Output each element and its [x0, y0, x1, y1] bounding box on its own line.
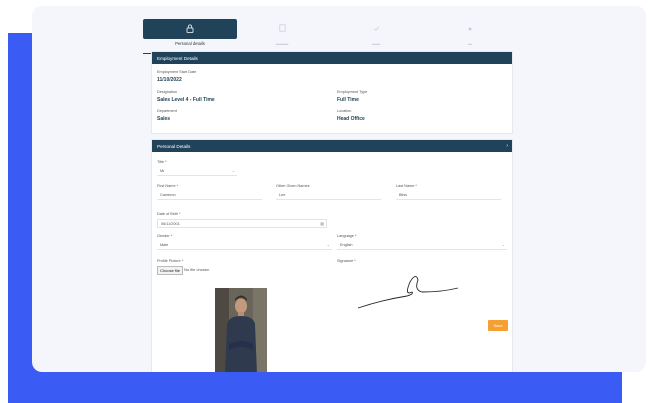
tab-finish-label: ▬ — [467, 41, 473, 46]
chevron-down-icon: ⌄ — [501, 242, 505, 247]
chevron-down-icon: ⌄ — [231, 168, 235, 173]
dob-value: 06/11/2001 — [161, 222, 180, 226]
employment-details-header[interactable]: Employment Details — [152, 52, 512, 64]
designation-value: Sales Level 4 - Full Time — [157, 97, 215, 103]
title-label: Title * — [157, 160, 167, 164]
first-name-label: First Name * — [157, 184, 179, 188]
start-date-value: 11/10/2022 — [157, 77, 182, 83]
check-icon — [373, 25, 380, 34]
department-label: Department — [157, 109, 177, 113]
tab-finish[interactable] — [423, 19, 517, 39]
language-label: Language * — [337, 234, 357, 238]
employment-details-title: Employment Details — [157, 55, 198, 61]
employment-type-value: Full Time — [337, 97, 359, 103]
gender-select[interactable]: Male ⌄ — [157, 241, 332, 250]
signature-drawing[interactable] — [352, 270, 462, 318]
gender-value: Male — [160, 243, 169, 247]
start-date-label: Employment Start Date — [157, 70, 197, 74]
chevron-icon[interactable]: › — [506, 143, 508, 149]
step-tabs: Personal details ▬▬▬ ▬▬ ▬ — [143, 19, 511, 54]
profile-picture-label: Profile Picture * — [157, 259, 184, 263]
tab-documents[interactable] — [235, 19, 329, 39]
personal-details-header[interactable]: Personal Details › — [152, 140, 512, 152]
save-button[interactable]: Save — [488, 320, 508, 331]
calendar-icon[interactable]: ▦ — [320, 221, 324, 226]
screenshot-stage: Personal details ▬▬▬ ▬▬ ▬ Employment Det… — [0, 0, 654, 403]
location-value: Head Office — [337, 116, 365, 122]
last-name-label: Last Name * — [396, 184, 417, 188]
chevron-down-icon: ⌄ — [326, 242, 330, 247]
first-name-input[interactable]: Cameron — [157, 191, 262, 200]
department-value: Sales — [157, 116, 171, 122]
tab-review[interactable] — [329, 19, 423, 39]
file-status: No file chosen — [184, 267, 210, 272]
app-window: Personal details ▬▬▬ ▬▬ ▬ Employment Det… — [32, 6, 646, 372]
personal-details-title: Personal Details — [157, 143, 191, 149]
lock-icon — [186, 24, 194, 35]
gender-label: Gender * — [157, 234, 173, 238]
language-value: English — [340, 243, 353, 247]
dob-input[interactable]: 06/11/2001 ▦ — [157, 219, 327, 228]
employment-type-label: Employment Type — [337, 90, 368, 94]
document-icon — [278, 24, 286, 34]
title-select-value: Mr — [160, 169, 165, 173]
personal-details-panel: Personal Details › Title * Mr ⌄ First Na… — [151, 139, 513, 372]
dot-icon — [467, 25, 473, 34]
employment-details-panel: Employment Details Employment Start Date… — [151, 51, 513, 134]
location-label: Location — [337, 109, 352, 113]
last-name-input[interactable]: Bliss — [396, 191, 501, 200]
designation-label: Designation — [157, 90, 178, 94]
other-names-label: Other Given Names — [276, 184, 310, 188]
language-select[interactable]: English ⌄ — [337, 241, 507, 250]
dob-label: Date of Birth * — [157, 212, 181, 216]
signature-label: Signature * — [337, 259, 356, 263]
title-select[interactable]: Mr ⌄ — [157, 167, 237, 176]
tab-personal-details[interactable] — [143, 19, 237, 39]
profile-photo — [215, 288, 267, 372]
tab-review-label: ▬▬ — [371, 41, 381, 46]
choose-file-button[interactable]: Choose file — [157, 266, 184, 275]
tab-documents-label: ▬▬▬ — [275, 41, 289, 46]
other-names-input[interactable]: Lee — [276, 191, 381, 200]
tab-personal-details-label: Personal details — [175, 41, 205, 46]
